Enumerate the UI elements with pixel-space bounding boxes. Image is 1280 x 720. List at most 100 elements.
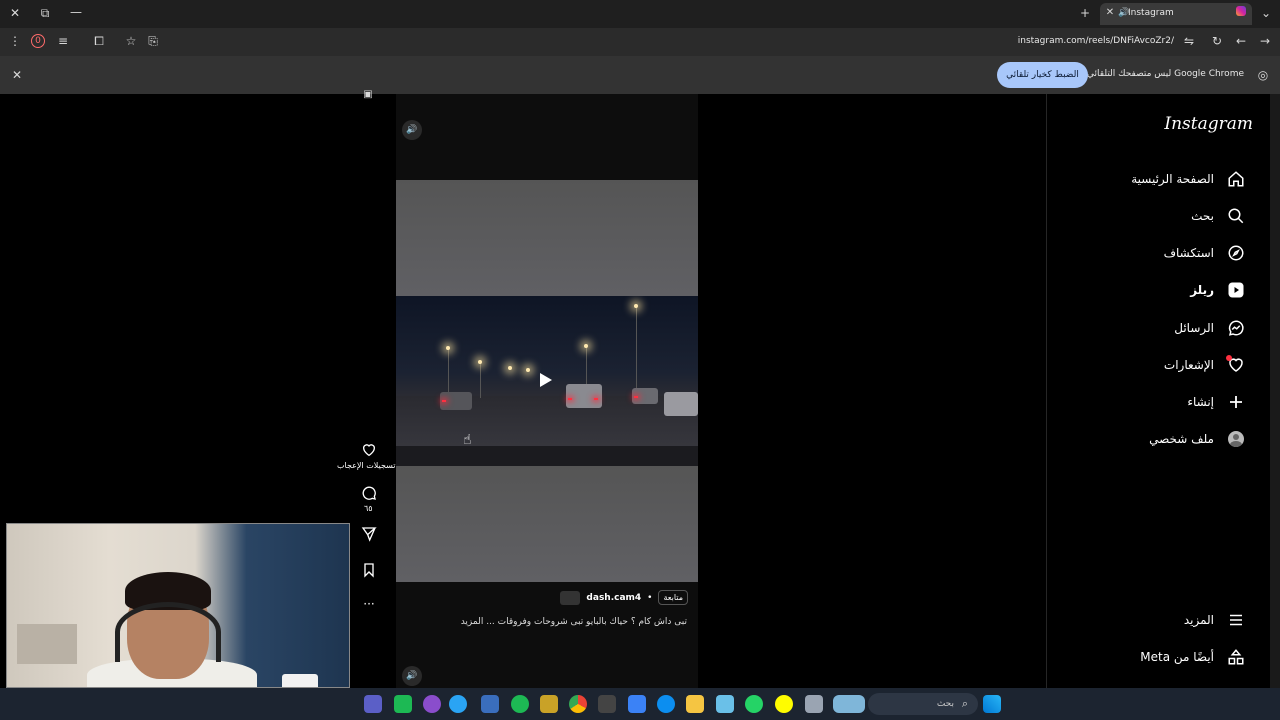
windows-start-icon[interactable] [983, 695, 1001, 713]
tab-search-icon[interactable]: ⌄ [1258, 6, 1274, 22]
messenger-icon [1226, 318, 1246, 338]
infobar-text: Google Chrome ليس متصفحك التلقائي [1087, 69, 1244, 79]
like-button[interactable] [360, 442, 378, 462]
tail-light [594, 398, 598, 400]
media-app-icon[interactable] [540, 695, 558, 713]
address-bar[interactable]: instagram.com/reels/DNFiAvcoZr2/ [1018, 36, 1174, 46]
sidebar-item-search[interactable]: بحث [1046, 202, 1270, 230]
sidebar-item-profile[interactable]: ملف شخصي [1046, 425, 1270, 453]
save-button[interactable] [360, 562, 378, 582]
sidebar-item-label: ملف شخصي [1149, 432, 1214, 446]
close-window-icon[interactable]: ✕ [7, 6, 23, 22]
more-dots-icon: ··· [363, 597, 375, 611]
mute-toggle-bottom[interactable]: 🔊 [402, 666, 422, 686]
street-pole [636, 306, 637, 396]
reading-list-icon[interactable]: ≡ [55, 34, 71, 50]
sidebar-item-label: إنشاء [1187, 395, 1214, 409]
sidebar-item-create[interactable]: إنشاء [1046, 388, 1270, 416]
store-app-icon[interactable] [628, 695, 646, 713]
file-explorer-icon[interactable] [686, 695, 704, 713]
set-default-button[interactable]: الضبط كخيار تلقائي [997, 62, 1088, 88]
tab-instagram[interactable]: ✕ 🔊 Instagram [1100, 3, 1252, 25]
furniture-shelf [17, 624, 77, 664]
default-browser-infobar: ✕ Google Chrome ليس متصفحك التلقائي ◎ [0, 56, 1280, 94]
whatsapp-icon[interactable] [745, 695, 763, 713]
copilot-icon[interactable] [716, 695, 734, 713]
car [664, 392, 698, 416]
restore-window-icon[interactable]: ⧉ [37, 6, 53, 22]
spotify-icon[interactable] [511, 695, 529, 713]
page-scrollbar[interactable] [1270, 94, 1280, 688]
share-button[interactable] [360, 526, 378, 546]
street-pole [448, 348, 449, 396]
reel-caption[interactable]: تبى داش كام ؟ حياك بالبايو تبى شروحات وف… [461, 617, 687, 627]
browser-tab-strip: ✕ ⧉ — + ✕ 🔊 Instagram ⌄ [0, 0, 1280, 28]
separator-dot: • [647, 592, 653, 603]
menu-kebab-icon[interactable]: ⋮ [7, 34, 23, 50]
bookmark-star-icon[interactable]: ☆ [123, 34, 139, 50]
dashboard-edge [396, 446, 698, 466]
steam-app-icon[interactable] [598, 695, 616, 713]
author-avatar[interactable] [560, 590, 581, 605]
sidebar-item-meta[interactable]: أيضًا من Meta [1046, 643, 1270, 671]
sidebar-item-more[interactable]: المزيد [1046, 606, 1270, 634]
shield-app-icon[interactable] [481, 695, 499, 713]
forward-icon[interactable]: → [1257, 34, 1273, 50]
circle-app-icon[interactable] [423, 695, 441, 713]
android-app-icon[interactable] [394, 695, 412, 713]
follow-button[interactable]: متابعة [658, 590, 688, 605]
sidebar-item-label: المزيد [1183, 613, 1214, 627]
sidebar-item-messages[interactable]: الرسائل [1046, 314, 1270, 342]
minimize-window-icon[interactable]: — [68, 5, 84, 21]
play-icon[interactable] [540, 373, 552, 387]
sidebar-item-label: ريلز [1190, 283, 1214, 297]
sidebar-item-label: استكشاف [1163, 246, 1214, 260]
task-view-icon[interactable] [805, 695, 823, 713]
search-icon: ⌕ [961, 697, 969, 710]
comment-icon [362, 486, 376, 500]
instagram-favicon-icon [1236, 6, 1246, 16]
sidebar-item-label: الإشعارات [1163, 358, 1214, 372]
heart-icon [1226, 355, 1246, 375]
sidebar-item-explore[interactable]: استكشاف [1046, 239, 1270, 267]
new-tab-icon[interactable]: + [1077, 6, 1093, 22]
street-pole [480, 362, 481, 398]
comment-button[interactable] [360, 485, 378, 505]
comments-count: ٦٥ [364, 504, 373, 513]
tail-light [568, 398, 572, 400]
extension-badge-icon[interactable]: 0 [31, 34, 45, 48]
teams-app-icon[interactable] [364, 695, 382, 713]
previous-reel-icon[interactable]: ▣ [360, 88, 376, 104]
mute-toggle-top[interactable]: 🔊 [402, 120, 422, 140]
notification-dot [1226, 355, 1232, 361]
close-infobar-icon[interactable]: ✕ [9, 68, 25, 84]
snapchat-icon[interactable] [775, 695, 793, 713]
home-icon [1226, 169, 1246, 189]
street-light [478, 360, 482, 364]
edge-browser-icon[interactable] [657, 695, 675, 713]
chrome-logo-icon: ◎ [1257, 68, 1269, 82]
chrome-taskbar-icon[interactable] [569, 695, 587, 713]
widgets-icon[interactable] [833, 695, 865, 713]
back-icon[interactable]: ← [1233, 34, 1249, 50]
compass-icon [1226, 243, 1246, 263]
more-options-button[interactable]: ··· [360, 597, 378, 611]
send-icon [361, 527, 377, 542]
share-icon[interactable]: ⎘ [145, 34, 161, 50]
extensions-icon[interactable]: ⧠ [91, 34, 107, 50]
hamburger-icon [1226, 610, 1246, 630]
chat-app-icon[interactable] [449, 695, 467, 713]
instagram-logo[interactable]: Instagram [1164, 114, 1253, 134]
street-light [634, 304, 638, 308]
apps-grid-icon [1226, 647, 1246, 667]
tail-light [634, 396, 638, 398]
sidebar-item-reels[interactable]: ريلز [1046, 276, 1270, 304]
browser-toolbar: ⋮ 0 ≡ ⧠ ☆ ⎘ instagram.com/reels/DNFiAvco… [0, 28, 1280, 56]
author-name[interactable]: dash.cam4 [586, 593, 641, 603]
sidebar-item-notifications[interactable]: الإشعارات [1046, 351, 1270, 379]
site-settings-icon[interactable]: ⇋ [1181, 34, 1197, 50]
reload-icon[interactable]: ↻ [1209, 34, 1225, 50]
sidebar-item-home[interactable]: الصفحة الرئيسية [1046, 165, 1270, 193]
bookmark-icon [364, 563, 374, 578]
sidebar-item-label: أيضًا من Meta [1140, 650, 1214, 664]
